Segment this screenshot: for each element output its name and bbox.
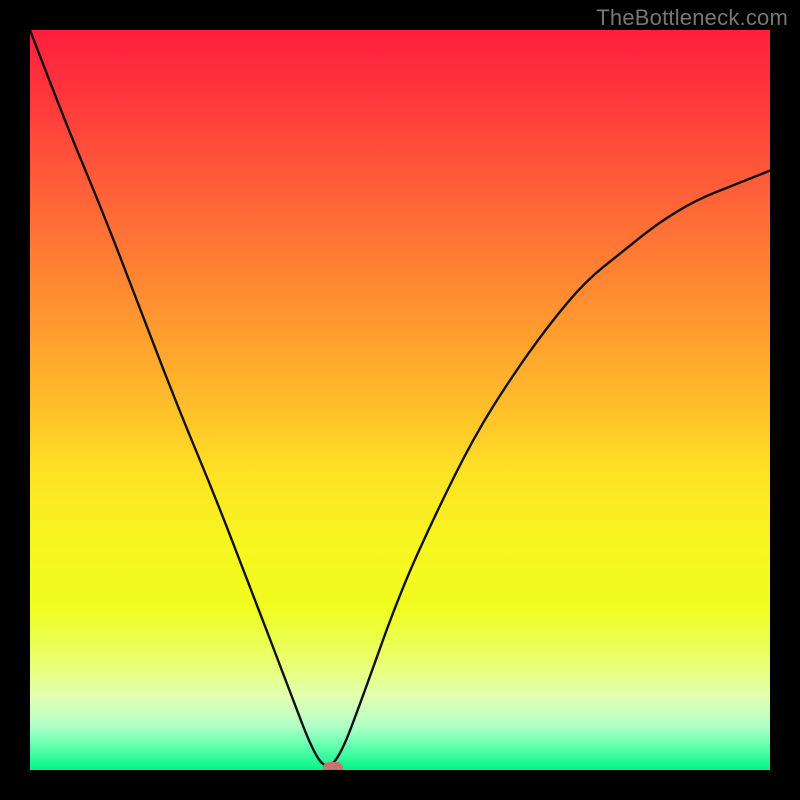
chart-curve-layer: [30, 30, 770, 770]
chart-plot-area: [30, 30, 770, 770]
bottleneck-curve: [30, 30, 770, 766]
watermark-text: TheBottleneck.com: [596, 5, 788, 31]
optimal-point-marker: [323, 762, 343, 770]
